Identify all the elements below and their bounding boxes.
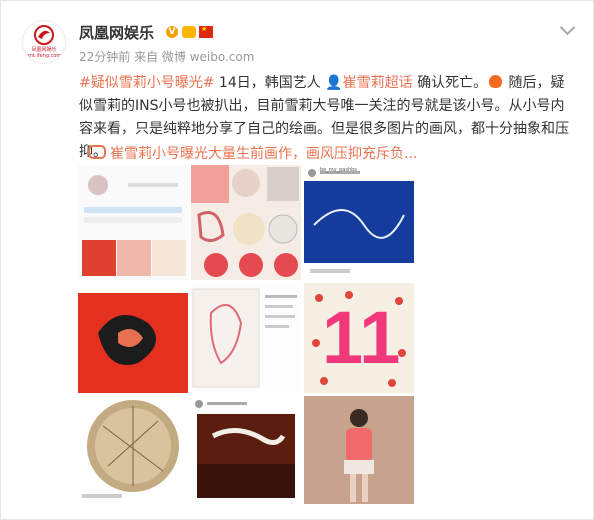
post-meta: 22分钟前 来自 微博 weibo.com — [79, 50, 255, 64]
link-icon — [88, 145, 106, 159]
thumb-account-name: be_my_pashbs — [320, 167, 357, 173]
image-thumbnail-4[interactable] — [78, 283, 188, 393]
chaohua-link[interactable]: 崔雪莉超话 — [343, 75, 413, 91]
image-thumbnail-6[interactable]: 11 — [304, 283, 414, 393]
drawings-collage — [191, 165, 299, 277]
image-thumbnail-3[interactable]: be_my_pashbs — [304, 165, 414, 280]
sketch-with-comments — [192, 288, 297, 388]
image-thumbnail-5[interactable] — [191, 283, 301, 393]
verified-v-icon[interactable]: V — [166, 26, 178, 38]
dark-red-artwork — [195, 400, 295, 498]
article-link[interactable]: 崔雪莉小号曝光大量生前画作，画风压抑充斥负... — [88, 143, 417, 163]
image-thumbnail-2[interactable] — [191, 165, 301, 280]
thumb-number: 11 — [322, 296, 401, 379]
phoenix-logo-icon — [34, 25, 54, 45]
avatar[interactable]: 凤凰网娱乐 ent.ifeng.com — [22, 20, 66, 64]
avatar-caption: 凤凰网娱乐 ent.ifeng.com — [26, 47, 62, 59]
image-thumbnail-8[interactable] — [191, 396, 301, 504]
member-badge-icon[interactable] — [182, 26, 196, 38]
girl-photo — [304, 396, 414, 504]
image-thumbnail-9[interactable] — [304, 396, 414, 504]
blue-drawing-post — [304, 169, 414, 273]
image-thumbnail-7[interactable] — [78, 396, 188, 504]
candle-emoji-icon — [489, 75, 503, 88]
ins-profile-screenshot — [82, 175, 186, 276]
hashtag-link[interactable]: #疑似雪莉小号曝光# — [79, 75, 214, 91]
cracked-plate-artwork — [82, 400, 179, 498]
person-icon: 👤 — [325, 75, 343, 91]
red-abstract-drawing — [78, 293, 188, 393]
image-thumbnail-1[interactable] — [78, 165, 188, 280]
china-flag-icon: ★ — [199, 25, 213, 38]
text-segment-1: 14日，韩国艺人 — [214, 75, 326, 91]
author-name[interactable]: 凤凰网娱乐 — [79, 22, 154, 43]
article-link-text[interactable]: 崔雪莉小号曝光大量生前画作，画风压抑充斥负... — [110, 146, 417, 162]
text-segment-2: 确认死亡。 — [412, 75, 488, 91]
